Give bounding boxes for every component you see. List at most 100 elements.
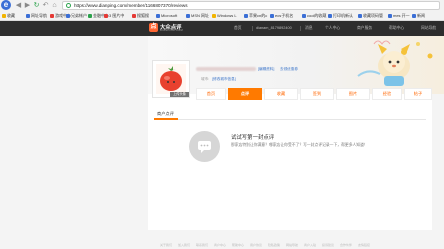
city-label: 城市:	[201, 77, 210, 81]
bookmark-icon	[412, 13, 416, 18]
header-link-sitenav[interactable]: 网站导航	[421, 26, 436, 31]
home-button[interactable]: ⌂	[51, 2, 58, 9]
bookmark-label: mes 开一	[393, 13, 410, 18]
empty-state-title: 试试写第一封点评	[231, 135, 275, 141]
section-active-underline	[154, 118, 178, 120]
forward-button[interactable]: ▶	[24, 2, 31, 9]
bookmark-icon	[88, 13, 92, 18]
bookmark-label: 3 图片中	[109, 13, 125, 18]
section-divider	[154, 119, 426, 120]
bookmark-item[interactable]: 苹果cn的c	[244, 13, 267, 19]
bookmark-label: 兄弟帐户	[71, 13, 87, 18]
secure-lock-icon	[66, 3, 71, 8]
address-bar[interactable]: https://www.dianping.com/member/11668073…	[62, 1, 440, 10]
bookmark-item[interactable]: 收藏	[2, 13, 15, 19]
footer-link[interactable]: 友情链接	[358, 243, 370, 247]
bookmark-icon	[104, 13, 108, 18]
bookmark-item[interactable]: 网址导航	[26, 13, 47, 19]
bookmark-item[interactable]: ecs子机名	[270, 13, 293, 19]
bookmark-label: 收藏	[7, 13, 15, 18]
user-name-blurred	[196, 66, 256, 72]
browser-chrome: e ◀ ▶ ↻ ↶ ⌂ https://www.dianping.com/mem…	[0, 0, 444, 21]
bookmark-item[interactable]: Windows L	[212, 13, 237, 19]
site-header: 点 大众点评 DIANPING.COM 首页 dianam_8179892400…	[0, 21, 444, 36]
footer-link[interactable]: 加入我们	[178, 243, 190, 247]
footer-link[interactable]: 帮助中心	[232, 243, 244, 247]
header-link-home[interactable]: 首页	[234, 26, 242, 31]
bookmark-icon	[358, 13, 362, 18]
bookmark-item[interactable]: 兄弟帐户	[66, 13, 87, 19]
footer-link[interactable]: 隐私政策	[268, 243, 280, 247]
header-link-merchant[interactable]: 商户服务	[357, 26, 372, 31]
back-button[interactable]: ◀	[15, 2, 22, 9]
footer-link[interactable]: 用户协议	[250, 243, 262, 247]
bookmark-item[interactable]: Microsoft	[156, 13, 177, 19]
tab-experience[interactable]: 经验	[372, 88, 402, 100]
bookmark-item[interactable]: 搜狐搜	[132, 13, 149, 19]
header-divider	[300, 26, 301, 31]
bookmark-icon	[132, 13, 136, 18]
edit-city-link[interactable]: [修改城市信息]	[212, 77, 236, 81]
profile-banner	[148, 36, 444, 94]
header-link-help[interactable]: 帮助中心	[389, 26, 404, 31]
header-link-account[interactable]: 个人中心	[325, 26, 340, 31]
avatar[interactable]: 上传头像	[152, 60, 190, 98]
brand-subtitle: DIANPING.COM	[160, 29, 183, 32]
footer-link[interactable]: 合作伙伴	[340, 243, 352, 247]
bookmark-icon	[244, 13, 248, 18]
footer-link[interactable]: 关于我们	[160, 243, 172, 247]
bookmark-label: MSN 网址	[191, 13, 209, 18]
bookmark-item[interactable]: cooi的收蔵	[302, 13, 326, 19]
footer-link[interactable]: 投诉建议	[322, 243, 334, 247]
bookmark-item[interactable]: 收藏项码管	[358, 13, 383, 19]
bookmark-item[interactable]: 3 图片中	[104, 13, 124, 19]
header-link-username[interactable]: dianam_8179892400	[256, 26, 292, 30]
site-footer: 关于我们 加入我们 联系我们 商户中心 帮助中心 用户协议 隐私政策 网站导航 商户入驻 投诉建议…	[0, 240, 444, 249]
bookmark-item[interactable]: 新闻	[412, 13, 425, 19]
undo-button[interactable]: ↶	[42, 2, 49, 9]
tab-favorites[interactable]: 收藏	[264, 88, 298, 100]
bookmark-icon	[50, 13, 54, 18]
footer-link[interactable]: 联系我们	[196, 243, 208, 247]
bookmark-item[interactable]: MSN 网址	[186, 13, 209, 19]
profile-content-card	[148, 94, 432, 230]
url-text: https://www.dianping.com/member/11668073…	[74, 3, 188, 8]
browser-nav-row: e ◀ ▶ ↻ ↶ ⌂ https://www.dianping.com/mem…	[0, 0, 444, 11]
upload-avatar-button[interactable]: 上传头像	[170, 92, 189, 97]
coupon-link[interactable]: 去领优惠券	[280, 67, 298, 72]
bookmark-icon	[66, 13, 70, 18]
tab-posts[interactable]: 帖子	[404, 88, 432, 100]
tab-checkins[interactable]: 签到	[300, 88, 334, 100]
bookmark-item[interactable]: mes 开一	[388, 13, 410, 19]
mascot-illustration	[357, 40, 433, 86]
bookmark-label: 搜狐搜	[137, 13, 149, 18]
bookmark-icon	[328, 13, 332, 18]
city-row: 城市: [修改城市信息]	[201, 77, 236, 82]
edit-profile-link[interactable]: [编辑资料]	[258, 67, 274, 72]
footer-link[interactable]: 网站导航	[286, 243, 298, 247]
bookmark-label: Microsoft	[161, 13, 178, 18]
bookmark-label: 打印机新认	[333, 13, 353, 18]
tab-photos[interactable]: 图片	[336, 88, 370, 100]
blurred-name-placeholder	[196, 67, 256, 71]
tab-home[interactable]: 首页	[196, 88, 226, 100]
header-link-messages[interactable]: 消息	[305, 26, 313, 31]
bookmark-icon	[212, 13, 216, 18]
bookmark-icon	[2, 13, 6, 18]
bookmark-label: 苹果cn的c	[249, 13, 268, 18]
footer-link[interactable]: 商户中心	[214, 243, 226, 247]
brand-mark-icon: 点	[149, 23, 158, 32]
section-title[interactable]: 商户点评	[157, 111, 174, 117]
footer-link[interactable]: 商户入驻	[304, 243, 316, 247]
bookmark-icon	[270, 13, 274, 18]
tab-reviews[interactable]: 点评	[228, 88, 262, 100]
browser-logo-icon: e	[1, 0, 11, 10]
tomato-avatar-icon	[160, 66, 182, 91]
bookmark-label: Windows L	[217, 13, 237, 18]
empty-chat-icon	[189, 131, 220, 162]
refresh-button[interactable]: ↻	[33, 2, 40, 9]
bookmark-label: ecs子机名	[275, 13, 294, 18]
bookmark-label: 收藏项码管	[363, 13, 383, 18]
bookmark-item[interactable]: 打印机新认	[328, 13, 353, 19]
bookmark-icon	[186, 13, 190, 18]
